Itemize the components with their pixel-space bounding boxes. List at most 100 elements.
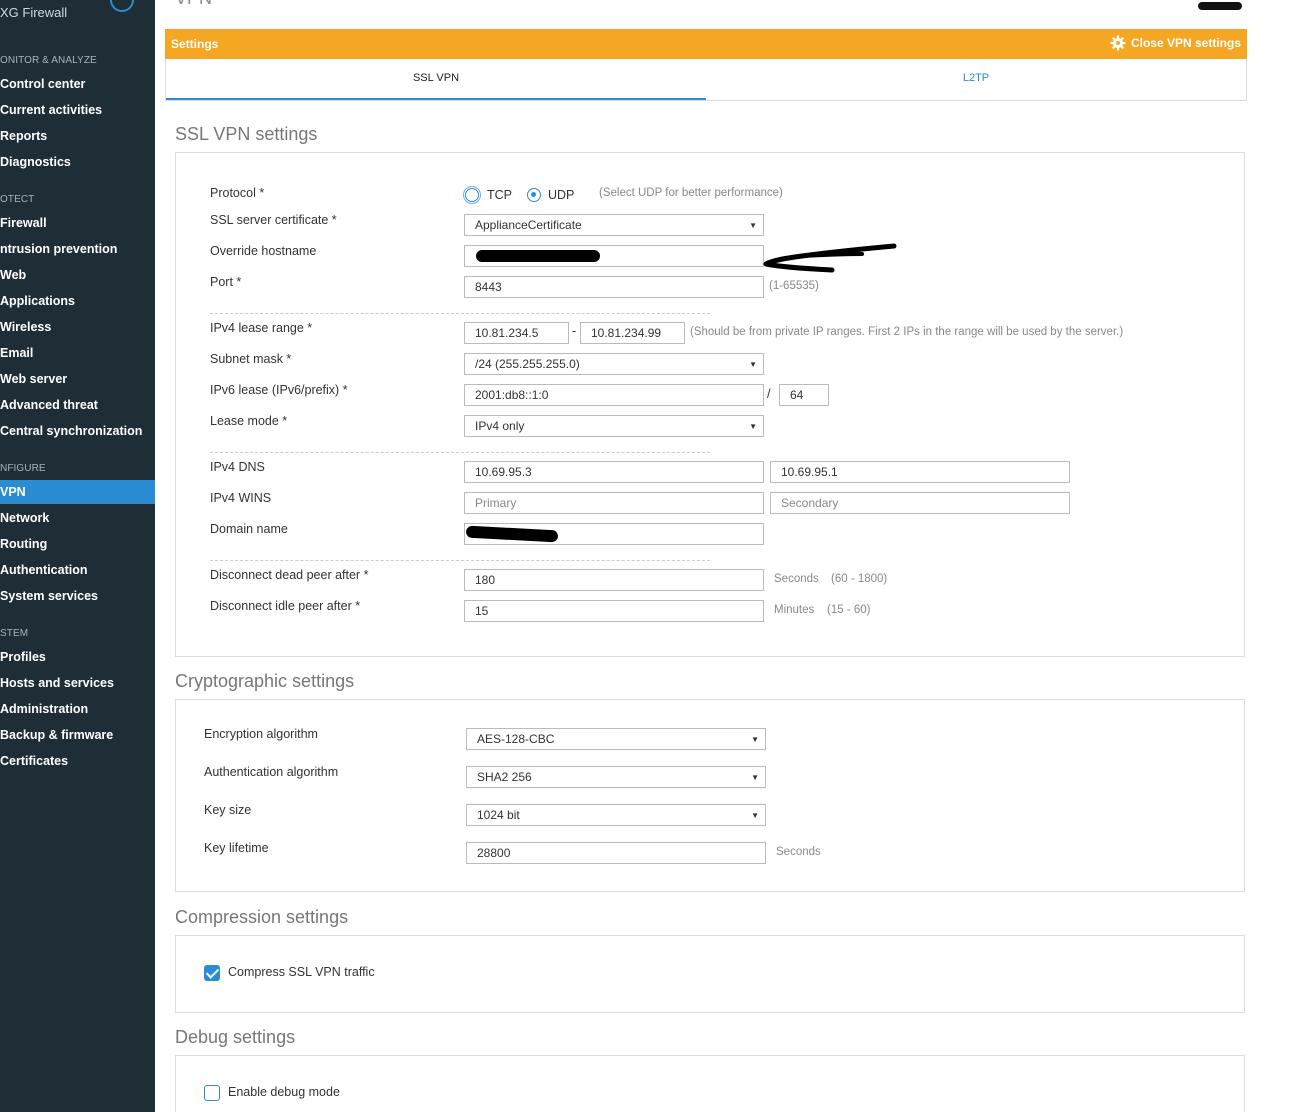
debug-settings-panel xyxy=(175,1055,1245,1112)
lease-hint: (Should be from private IP ranges. First… xyxy=(690,326,1124,338)
protocol-label: Protocol * xyxy=(210,186,265,200)
lease-mode-select[interactable]: IPv4 only xyxy=(464,415,764,437)
ipv4-dns-label: IPv4 DNS xyxy=(210,460,265,474)
override-hostname-label: Override hostname xyxy=(210,244,317,258)
ipv6-prefix-input[interactable]: 64 xyxy=(779,384,829,406)
authentication-algorithm-label: Authentication algorithm xyxy=(204,765,339,779)
key-size-label: Key size xyxy=(204,803,252,817)
gear-icon xyxy=(1110,35,1126,51)
dead-peer-unit: Seconds xyxy=(774,573,819,585)
brand-name: XG Firewall xyxy=(0,5,68,20)
protocol-udp-label[interactable]: UDP xyxy=(548,188,574,202)
ipv4-wins-label: IPv4 WINS xyxy=(210,491,272,505)
sidebar-item-email[interactable]: Email xyxy=(0,341,155,365)
ipv4-wins-secondary-input[interactable]: Secondary xyxy=(770,492,1070,514)
idle-peer-input[interactable]: 15 xyxy=(464,600,764,622)
sidebar-section-configure: NFIGURE xyxy=(0,463,46,474)
ipv6-slash: / xyxy=(767,387,771,401)
sidebar-section-system: STEM xyxy=(0,628,29,639)
sidebar-item-central-synchronization[interactable]: Central synchronization xyxy=(0,419,155,443)
compression-settings-heading: Compression settings xyxy=(175,907,349,927)
sidebar-item-firewall[interactable]: Firewall xyxy=(0,211,155,235)
debug-settings-heading: Debug settings xyxy=(175,1027,296,1047)
divider xyxy=(210,452,710,453)
port-input[interactable]: 8443 xyxy=(464,276,764,298)
sidebar-item-advanced-threat[interactable]: Advanced threat xyxy=(0,393,155,417)
idle-peer-label: Disconnect idle peer after * xyxy=(210,599,361,613)
hostname-redaction xyxy=(476,250,600,262)
idle-peer-unit: Minutes xyxy=(774,604,815,616)
sidebar-item-system-services[interactable]: System services xyxy=(0,584,155,608)
ipv4-lease-range-label: IPv4 lease range * xyxy=(210,321,313,335)
protocol-udp-radio[interactable] xyxy=(527,188,541,202)
ipv4-wins-primary-input[interactable]: Primary xyxy=(464,492,764,514)
sidebar-item-web-server[interactable]: Web server xyxy=(0,367,155,391)
annotation-arrow-icon xyxy=(763,243,897,273)
close-vpn-settings-label: Close VPN settings xyxy=(1130,36,1241,50)
settings-bar: Settings Close VPN settings xyxy=(165,29,1247,59)
subnet-mask-label: Subnet mask * xyxy=(210,352,292,366)
lease-dash: - xyxy=(572,324,577,338)
sidebar-item-administration[interactable]: Administration xyxy=(0,697,155,721)
sidebar-item-web[interactable]: Web xyxy=(0,263,155,287)
key-lifetime-unit: Seconds xyxy=(776,846,821,858)
sidebar-item-intrusion-prevention[interactable]: ntrusion prevention xyxy=(0,237,155,261)
debug-mode-label[interactable]: Enable debug mode xyxy=(228,1085,340,1099)
sidebar-item-profiles[interactable]: Profiles xyxy=(0,645,155,669)
tab-bar: SSL VPN L2TP xyxy=(165,59,1247,101)
compress-traffic-label[interactable]: Compress SSL VPN traffic xyxy=(228,965,375,979)
sidebar: XG Firewall ONITOR & ANALYZE Control cen… xyxy=(0,0,155,1112)
sidebar-item-reports[interactable]: Reports xyxy=(0,124,155,148)
ssl-certificate-select[interactable]: ApplianceCertificate xyxy=(464,214,764,236)
ssl-certificate-label: SSL server certificate * xyxy=(210,213,337,227)
encryption-algorithm-label: Encryption algorithm xyxy=(204,727,318,741)
lease-end-input[interactable]: 10.81.234.99 xyxy=(580,322,685,344)
ssl-vpn-settings-heading: SSL VPN settings xyxy=(175,124,318,144)
sidebar-item-network[interactable]: Network xyxy=(0,506,155,530)
settings-bar-title: Settings xyxy=(171,37,219,51)
sidebar-item-wireless[interactable]: Wireless xyxy=(0,315,155,339)
dead-peer-range: (60 - 1800) xyxy=(831,573,888,585)
encryption-algorithm-select[interactable]: AES-128-CBC xyxy=(466,728,766,750)
dead-peer-label: Disconnect dead peer after * xyxy=(210,568,369,582)
sidebar-section-protect: OTECT xyxy=(0,194,35,205)
sidebar-item-vpn[interactable]: VPN xyxy=(0,480,155,504)
sidebar-item-certificates[interactable]: Certificates xyxy=(0,749,155,773)
protocol-hint: (Select UDP for better performance) xyxy=(599,187,783,199)
key-size-select[interactable]: 1024 bit xyxy=(466,804,766,826)
ipv4-dns-secondary-input[interactable]: 10.69.95.1 xyxy=(770,461,1070,483)
lease-start-input[interactable]: 10.81.234.5 xyxy=(464,322,569,344)
sidebar-item-control-center[interactable]: Control center xyxy=(0,72,155,96)
debug-mode-checkbox[interactable] xyxy=(204,1085,220,1101)
sidebar-section-monitor: ONITOR & ANALYZE xyxy=(0,55,97,66)
ipv4-dns-primary-input[interactable]: 10.69.95.3 xyxy=(464,461,764,483)
user-menu-redaction[interactable] xyxy=(1198,2,1242,10)
sidebar-item-current-activities[interactable]: Current activities xyxy=(0,98,155,122)
crypto-settings-heading: Cryptographic settings xyxy=(175,671,355,691)
sidebar-item-applications[interactable]: Applications xyxy=(0,289,155,313)
compress-traffic-checkbox[interactable] xyxy=(204,965,220,981)
divider xyxy=(210,560,710,561)
sidebar-item-backup-firmware[interactable]: Backup & firmware xyxy=(0,723,155,747)
tab-l2tp[interactable]: L2TP xyxy=(706,59,1246,100)
ipv6-lease-input[interactable]: 2001:db8::1:0 xyxy=(464,384,764,406)
lease-mode-label: Lease mode * xyxy=(210,414,288,428)
dead-peer-input[interactable]: 180 xyxy=(464,569,764,591)
sidebar-item-routing[interactable]: Routing xyxy=(0,532,155,556)
subnet-mask-select[interactable]: /24 (255.255.255.0) xyxy=(464,353,764,375)
page-title: VPN xyxy=(175,0,212,9)
port-label: Port * xyxy=(210,275,242,289)
authentication-algorithm-select[interactable]: SHA2 256 xyxy=(466,766,766,788)
sidebar-item-diagnostics[interactable]: Diagnostics xyxy=(0,150,155,174)
close-vpn-settings-button[interactable]: Close VPN settings xyxy=(1110,35,1241,51)
brand-logo-icon xyxy=(110,0,134,12)
key-lifetime-input[interactable]: 28800 xyxy=(466,842,766,864)
protocol-tcp-radio[interactable] xyxy=(465,188,479,202)
tab-ssl-vpn[interactable]: SSL VPN xyxy=(166,59,706,100)
sidebar-item-authentication[interactable]: Authentication xyxy=(0,558,155,582)
protocol-tcp-label[interactable]: TCP xyxy=(487,188,512,202)
ipv6-lease-label: IPv6 lease (IPv6/prefix) * xyxy=(210,383,348,397)
port-hint: (1-65535) xyxy=(769,280,819,292)
sidebar-item-hosts-and-services[interactable]: Hosts and services xyxy=(0,671,155,695)
idle-peer-range: (15 - 60) xyxy=(827,604,871,616)
